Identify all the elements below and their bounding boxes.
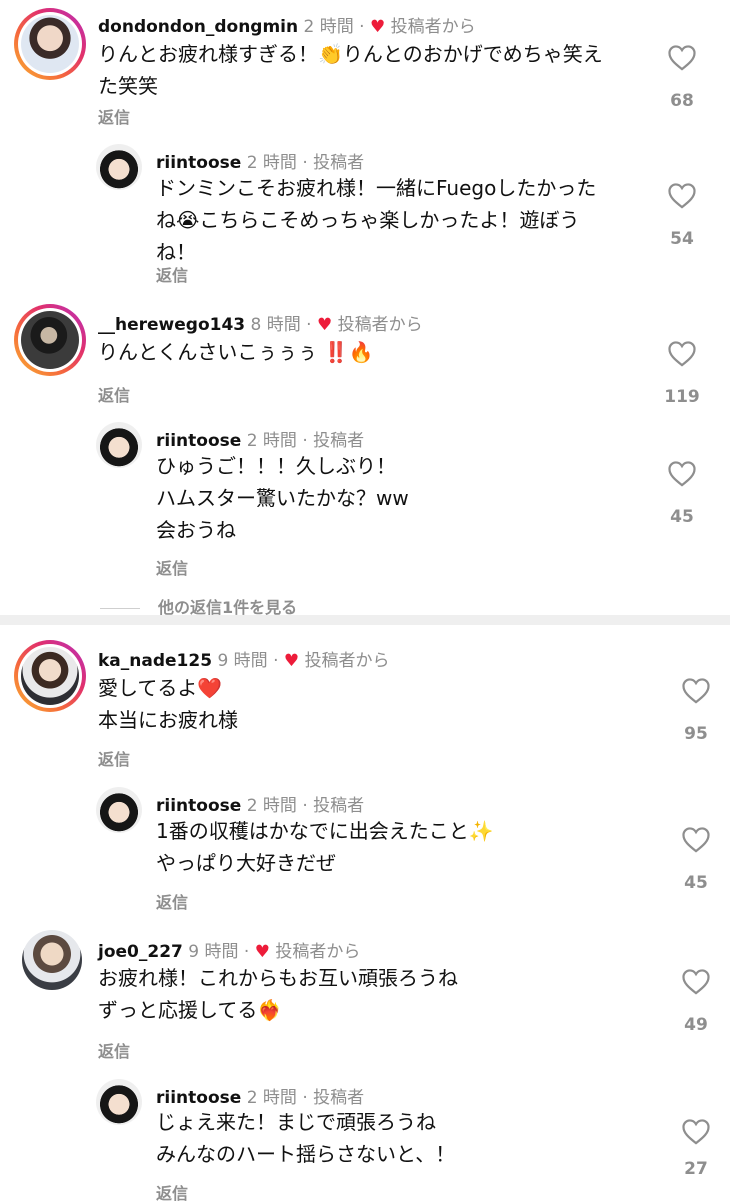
avatar[interactable] [14,304,86,376]
comment-text-line: ね😭こちらこそめっちゃ楽しかったよ！遊ぼう [156,208,580,232]
heart-outline-icon[interactable] [667,460,697,487]
author-badge: 投稿者 [313,796,365,816]
username[interactable]: joe0_227 [98,942,183,962]
heart-outline-icon[interactable] [667,340,697,367]
comment-text-line: お疲れ様！これからもお互い頑張ろうね [98,966,458,990]
comment-text-line: 愛してるよ❤️ [98,676,223,700]
separator: · [306,315,312,335]
author-badge: 投稿者 [313,1088,365,1108]
avatar[interactable] [96,144,142,190]
separator: · [302,431,308,451]
heart-icon: ♥ [316,315,333,335]
heart-outline-icon[interactable] [681,1118,711,1145]
like-count: 54 [670,229,694,249]
liked-by-author-label: 投稿者から [275,942,361,962]
section-divider [0,615,730,625]
timestamp: 2 時間 [246,796,297,816]
reply-button[interactable]: 返信 [98,104,130,128]
username[interactable]: dondondon_dongmin [98,17,298,37]
username[interactable]: __herewego143 [98,315,245,335]
timestamp: 9 時間 [217,651,268,671]
comment-text-line: じょえ来た！まじで頑張ろうね [156,1110,436,1134]
liked-by-author-label: 投稿者から [390,17,476,37]
comment-text-line: た笑笑 [98,74,158,98]
reply-button[interactable]: 返信 [156,262,188,286]
username[interactable]: riintoose [156,431,241,451]
avatar[interactable] [96,1079,142,1125]
comment-text-line: りんとお疲れ様すぎる！👏りんとのおかげでめちゃ笑え [98,42,603,66]
avatar[interactable] [96,787,142,833]
reply-button[interactable]: 返信 [98,746,130,770]
like-count: 45 [684,873,708,893]
comment-text-line: 本当にお疲れ様 [98,708,238,732]
like-count: 119 [664,387,700,407]
comment-text-line: ひゅうご！！！久しぶり！ [156,454,396,478]
username[interactable]: riintoose [156,796,241,816]
timestamp: 2 時間 [246,1088,297,1108]
reply-button[interactable]: 返信 [98,382,130,406]
comment-text-line: 1番の収穫はかなでに出会えたこと✨ [156,819,494,843]
avatar[interactable] [22,930,82,990]
avatar[interactable] [14,640,86,712]
heart-outline-icon[interactable] [681,968,711,995]
liked-by-author-label: 投稿者から [337,315,423,335]
like-count: 68 [670,91,694,111]
view-more-dash [100,608,140,609]
separator: · [302,1088,308,1108]
author-badge: 投稿者 [313,153,365,173]
username[interactable]: ka_nade125 [98,651,212,671]
username[interactable]: riintoose [156,1088,241,1108]
timestamp: 8 時間 [250,315,301,335]
comment-text-line: やっぱり大好きだぜ [156,851,336,875]
heart-icon: ♥ [369,17,386,37]
like-count: 95 [684,724,708,744]
comment-text-line: ずっと応援してる❤️‍🔥 [98,998,283,1022]
comment-text-line: りんとくんさいこぅぅぅ ‼️🔥 [98,340,374,364]
heart-outline-icon[interactable] [667,44,697,71]
liked-by-author-label: 投稿者から [304,651,390,671]
username[interactable]: riintoose [156,153,241,173]
timestamp: 2 時間 [303,17,354,37]
comment-text-line: 会おうね [156,518,236,542]
comment-text-line: ドンミンこそお疲れ様！一緒にFuegoしたかった [156,176,597,200]
heart-outline-icon[interactable] [681,826,711,853]
timestamp: 2 時間 [246,431,297,451]
separator: · [302,796,308,816]
like-count: 27 [684,1159,708,1179]
separator: · [359,17,365,37]
separator: · [243,942,250,962]
timestamp: 2 時間 [246,153,297,173]
heart-icon: ♥ [254,942,270,962]
avatar[interactable] [96,422,142,468]
avatar[interactable] [14,8,86,80]
heart-outline-icon[interactable] [667,182,697,209]
comment-text-line: ね！ [156,240,196,264]
timestamp: 9 時間 [188,942,239,962]
reply-button[interactable]: 返信 [156,555,188,579]
separator: · [273,651,279,671]
heart-outline-icon[interactable] [681,677,711,704]
reply-button[interactable]: 返信 [156,1180,188,1204]
comment-text-line: ハムスター驚いたかな？ww [156,486,409,510]
reply-button[interactable]: 返信 [98,1038,130,1062]
comment-text-line: みんなのハート揺らさないと、！ [156,1142,456,1166]
reply-button[interactable]: 返信 [156,889,188,913]
author-badge: 投稿者 [313,431,365,451]
like-count: 45 [670,507,694,527]
heart-icon: ♥ [283,651,300,671]
like-count: 49 [684,1015,708,1035]
separator: · [302,153,308,173]
